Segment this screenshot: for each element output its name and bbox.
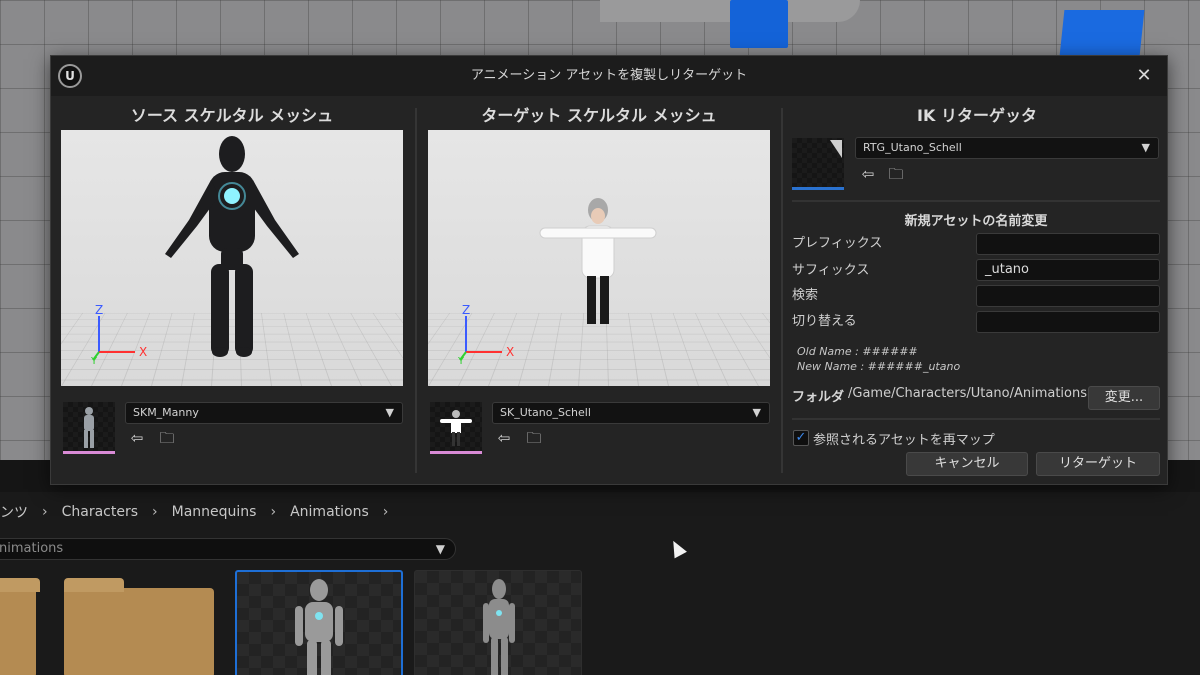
use-selected-arrow-icon[interactable]: ⇦ — [858, 164, 878, 184]
new-name-preview: New Name : ######_utano — [797, 360, 961, 373]
breadcrumb-item[interactable]: ンツ — [0, 502, 28, 522]
folder-label: フォルダ — [792, 390, 845, 405]
breadcrumb: ンツ › Characters › Mannequins › Animation… — [0, 500, 402, 524]
chevron-right-icon[interactable]: › — [152, 504, 158, 520]
folder-tile[interactable] — [0, 578, 40, 675]
prefix-input[interactable] — [976, 233, 1160, 255]
browse-folder-icon[interactable]: 🗀 — [886, 164, 906, 184]
browse-folder-icon[interactable]: 🗀 — [524, 428, 544, 448]
column-divider — [415, 108, 417, 473]
path-dropdown-value: nimations — [0, 541, 64, 556]
ik-retargeter-heading: IK リターゲッタ — [917, 106, 1037, 125]
axis-y-label: Y — [90, 356, 98, 364]
search-label: 検索 — [792, 288, 819, 303]
source-mesh-thumbnail[interactable] — [63, 402, 115, 454]
target-heading: ターゲット スケルタル メッシュ — [481, 106, 717, 125]
replace-input[interactable] — [976, 311, 1160, 333]
viewport-blue-cube — [730, 0, 788, 48]
prefix-label: プレフィックス — [792, 236, 883, 251]
mannequin-thumbnail — [295, 579, 343, 675]
source-preview-viewport[interactable]: Z X Y — [61, 130, 403, 386]
suffix-label: サフィックス — [792, 263, 870, 278]
source-mesh-dropdown[interactable]: SKM_Manny ▼ — [125, 402, 403, 424]
browse-folder-icon[interactable]: 🗀 — [157, 428, 177, 448]
chevron-right-icon[interactable]: › — [42, 504, 48, 520]
remap-label: 参照されるアセットを再マップ — [813, 433, 995, 448]
axis-x-label: X — [139, 345, 147, 359]
target-preview-viewport[interactable]: Z X Y — [428, 130, 770, 386]
breadcrumb-item[interactable]: Characters — [62, 504, 138, 520]
character-icon — [440, 410, 472, 446]
asset-tile[interactable] — [414, 570, 582, 675]
axis-y-label: Y — [457, 356, 465, 364]
remap-checkbox[interactable]: ✓ — [793, 430, 809, 446]
column-divider — [781, 108, 783, 473]
axis-z-label: Z — [95, 304, 103, 317]
chevron-right-icon[interactable]: › — [383, 504, 389, 520]
viewport-blue-cube — [1059, 10, 1145, 56]
axis-gizmo: Z X Y — [457, 304, 514, 364]
breadcrumb-item[interactable]: Mannequins — [172, 504, 257, 520]
old-name-preview: Old Name : ###### — [797, 345, 918, 358]
dialog-title: アニメーション アセットを複製しリターゲット — [470, 68, 748, 83]
content-browser: ンツ › Characters › Mannequins › Animation… — [0, 460, 1200, 675]
path-dropdown[interactable]: nimations ▼ — [0, 538, 456, 560]
chevron-down-icon: ▼ — [752, 406, 761, 419]
axis-x-label: X — [506, 345, 514, 359]
mannequin-icon — [84, 407, 94, 448]
folder-path: /Game/Characters/Utano/Animations — [848, 386, 1087, 401]
section-divider — [792, 200, 1160, 202]
chevron-right-icon[interactable]: › — [270, 504, 276, 520]
duplicate-retarget-dialog: U アニメーション アセットを複製しリターゲット ✕ ソース スケルタル メッシ… — [50, 55, 1168, 485]
axis-z-label: Z — [462, 304, 470, 317]
axis-gizmo: Z X Y — [90, 304, 147, 364]
chevron-down-icon: ▼ — [435, 542, 445, 556]
chevron-down-icon: ▼ — [1141, 141, 1150, 154]
rename-heading: 新規アセットの名前変更 — [904, 214, 1048, 229]
change-folder-button[interactable]: 変更... — [1088, 386, 1160, 410]
retargeter-thumbnail[interactable] — [792, 138, 844, 190]
retargeter-asset-icon — [830, 140, 842, 158]
section-divider — [792, 418, 1160, 420]
retarget-button[interactable]: リターゲット — [1036, 452, 1160, 476]
mannequin-thumbnail — [483, 579, 515, 675]
breadcrumb-item[interactable]: Animations — [290, 504, 369, 520]
retargeter-value: RTG_Utano_Schell — [863, 141, 962, 154]
target-mesh-thumbnail[interactable] — [430, 402, 482, 454]
use-selected-arrow-icon[interactable]: ⇦ — [494, 428, 514, 448]
cancel-button[interactable]: キャンセル — [906, 452, 1028, 476]
source-heading: ソース スケルタル メッシュ — [130, 106, 334, 125]
use-selected-arrow-icon[interactable]: ⇦ — [127, 428, 147, 448]
suffix-input[interactable]: _utano — [976, 259, 1160, 281]
retargeter-dropdown[interactable]: RTG_Utano_Schell ▼ — [855, 137, 1159, 159]
source-mesh-value: SKM_Manny — [133, 406, 199, 419]
asset-tile[interactable] — [235, 570, 403, 675]
close-button[interactable]: ✕ — [1133, 65, 1155, 87]
search-input[interactable] — [976, 285, 1160, 307]
target-mesh-dropdown[interactable]: SK_Utano_Schell ▼ — [492, 402, 770, 424]
folder-tile[interactable] — [64, 578, 214, 675]
replace-label: 切り替える — [792, 314, 857, 329]
chevron-down-icon: ▼ — [385, 406, 394, 419]
target-mesh-value: SK_Utano_Schell — [500, 406, 591, 419]
